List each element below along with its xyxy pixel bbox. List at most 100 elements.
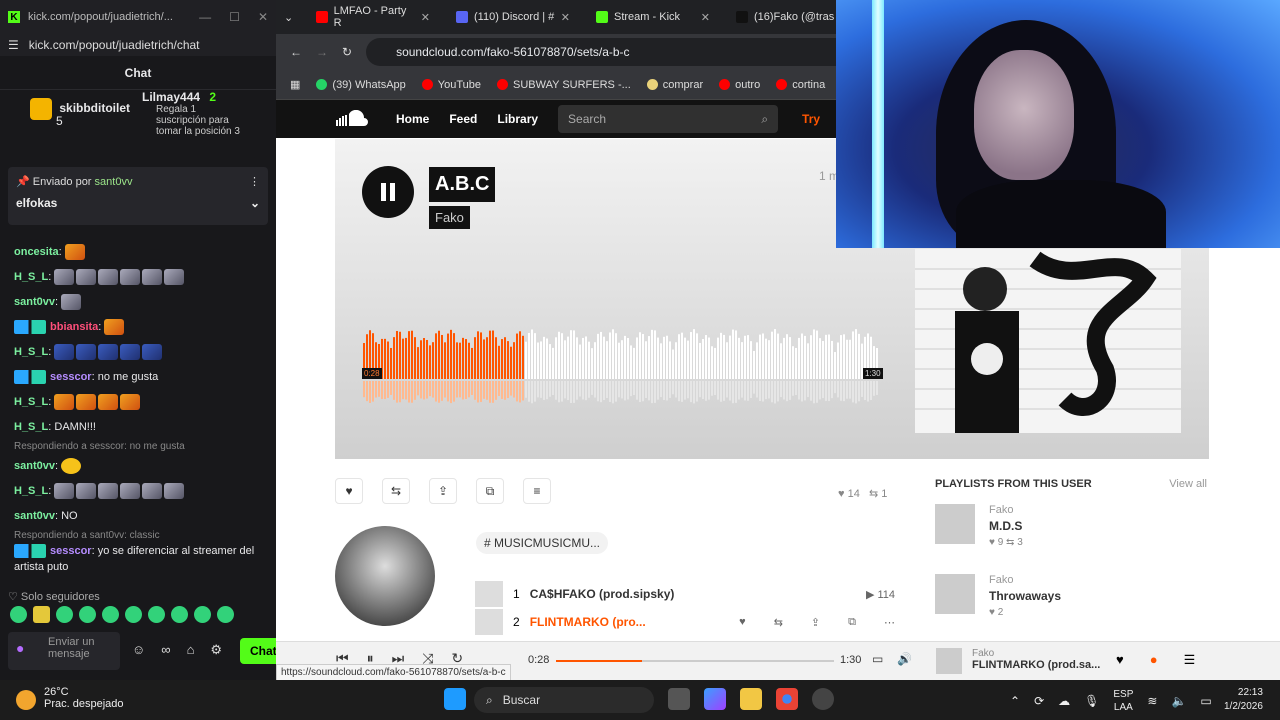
view-all-link[interactable]: View all [1169, 478, 1207, 490]
reload-icon[interactable]: ↻ [342, 45, 352, 59]
chat-username[interactable]: oncesita [14, 246, 59, 258]
chat-username[interactable]: H_S_L [14, 396, 48, 408]
emote-icon[interactable] [56, 606, 73, 623]
chat-username[interactable]: sant0vv [14, 296, 55, 308]
close-icon[interactable]: ✕ [258, 10, 268, 24]
apps-grid-icon[interactable]: ▦ [290, 78, 300, 91]
bookmark[interactable]: SUBWAY SURFERS -... [497, 79, 631, 91]
bookmark[interactable]: outro [719, 79, 760, 91]
more-icon[interactable]: ⋯ [884, 616, 895, 629]
tab-close-icon[interactable]: ✕ [421, 11, 430, 24]
like-button[interactable]: ♥ [335, 478, 363, 504]
emote-icon[interactable] [79, 606, 96, 623]
forward-icon[interactable]: → [316, 45, 328, 59]
copilot-icon[interactable] [704, 688, 726, 710]
chat-username[interactable]: H_S_L [14, 485, 48, 497]
soundcloud-logo-icon[interactable] [336, 109, 376, 128]
track-row[interactable]: 2 FLINTMARKO (pro... ♥ ⇆ ⇪ ⧉ ⋯ [475, 608, 895, 636]
heart-icon[interactable]: ♥ [739, 616, 746, 629]
bookmark[interactable]: cortina [776, 79, 825, 91]
sync-icon[interactable]: ⟳ [1034, 694, 1044, 708]
taskbar-search[interactable]: ⌕ Buscar [474, 687, 654, 713]
artist-avatar[interactable] [335, 526, 435, 626]
cast-icon[interactable]: ▭ [872, 652, 883, 666]
track-title[interactable]: FLINTMARKO (pro... [530, 615, 646, 629]
bookmark[interactable]: (39) WhatsApp [316, 79, 406, 91]
emote-icon[interactable] [171, 606, 188, 623]
browser-tab[interactable]: LMFAO - Party R ✕ [308, 4, 438, 30]
copy-link-button[interactable]: ⧉ [476, 478, 504, 504]
share-icon[interactable]: ⇪ [811, 616, 820, 629]
queue-icon[interactable]: ☰ [1184, 652, 1196, 668]
genre-tag[interactable]: # MUSICMUSICMU... [476, 532, 609, 554]
microphone-icon[interactable]: ● [16, 641, 24, 655]
chat-username[interactable]: sesscor [50, 371, 92, 383]
app-icon[interactable] [812, 688, 834, 710]
clock[interactable]: 22:13 1/2/2026 [1224, 686, 1263, 714]
nav-library[interactable]: Library [497, 112, 538, 126]
gear-icon[interactable]: ⚙ [210, 642, 222, 658]
track-title[interactable]: CA$HFAKO (prod.sipsky) [530, 587, 675, 601]
bookmark[interactable]: comprar [646, 79, 703, 91]
chevron-up-icon[interactable]: ⌃ [1010, 694, 1020, 708]
wifi-icon[interactable]: ≋ [1147, 694, 1157, 708]
chat-username[interactable]: sesscor [50, 545, 92, 557]
chat-username[interactable]: H_S_L [14, 346, 48, 358]
copy-icon[interactable]: ⧉ [848, 616, 856, 629]
emote-icon[interactable] [10, 606, 27, 623]
microphone-icon[interactable]: 🎙 [1084, 694, 1099, 708]
waveform[interactable] [363, 325, 883, 405]
store-icon[interactable]: ⌂ [187, 642, 195, 658]
pinned-user[interactable]: sant0vv [95, 176, 133, 188]
task-view-icon[interactable] [668, 688, 690, 710]
chat-send-button[interactable]: Chat [240, 638, 276, 664]
browser-tab[interactable]: Stream - Kick ✕ [588, 4, 718, 30]
follow-icon[interactable]: ● [1150, 652, 1158, 668]
volume-icon[interactable]: 🔊 [897, 652, 912, 666]
tab-search-icon[interactable]: ⌄ [284, 11, 304, 24]
chat-input[interactable]: ● Enviar un mensaje [8, 632, 120, 670]
language-indicator[interactable]: ESP LAA [1113, 688, 1133, 714]
weather-widget[interactable]: 26°C Prac. despejado [16, 686, 124, 710]
infinity-icon[interactable]: ∞ [161, 642, 170, 658]
like-icon[interactable]: ♥ [1116, 652, 1124, 668]
playlist-item[interactable]: Fako M.D.S ♥ 9 ⇆ 3 [935, 504, 1207, 560]
onedrive-icon[interactable]: ☁ [1058, 694, 1070, 708]
emote-icon[interactable] [194, 606, 211, 623]
track-artist[interactable]: Fako [429, 206, 470, 229]
nav-feed[interactable]: Feed [449, 112, 477, 126]
chat-username[interactable]: H_S_L [14, 421, 48, 433]
chat-url[interactable]: kick.com/popout/juadietrich/chat [29, 38, 200, 52]
search-icon[interactable]: ⌕ [761, 112, 768, 127]
chrome-icon[interactable] [776, 688, 798, 710]
chat-username[interactable]: H_S_L [14, 271, 48, 283]
try-pro-link[interactable]: Try [802, 112, 820, 126]
emote-icon[interactable] [217, 606, 234, 623]
soundcloud-search[interactable]: Search ⌕ [558, 105, 779, 133]
share-button[interactable]: ⇪ [429, 478, 457, 504]
minimize-icon[interactable]: — [199, 10, 211, 24]
volume-icon[interactable]: 🔈 [1171, 694, 1186, 708]
playlist-item[interactable]: Fako Throwaways ♥ 2 [935, 574, 1207, 630]
emote-icon[interactable] [33, 606, 50, 623]
now-playing[interactable]: Fako FLINTMARKO (prod.sa... [936, 648, 1100, 674]
chevron-down-icon[interactable]: ⌄ [250, 196, 260, 210]
emote-icon[interactable] [125, 606, 142, 623]
maximize-icon[interactable]: ☐ [229, 10, 240, 24]
second-gifter[interactable]: Lilmay444 2 [142, 90, 216, 104]
chat-username[interactable]: sant0vv [14, 510, 55, 522]
pause-button[interactable] [362, 166, 414, 218]
back-icon[interactable]: ← [290, 45, 302, 59]
battery-icon[interactable]: ▭ [1200, 694, 1211, 708]
repost-icon[interactable]: ⇆ [774, 616, 783, 629]
tab-close-icon[interactable]: ✕ [701, 11, 710, 24]
bookmark[interactable]: YouTube [421, 79, 481, 91]
progress-bar[interactable] [556, 660, 834, 662]
track-row[interactable]: 1 CA$HFAKO (prod.sipsky) ▶ 114 [475, 580, 895, 608]
add-to-playlist-button[interactable]: ≡ [523, 478, 551, 504]
emote-icon[interactable] [148, 606, 165, 623]
site-settings-icon[interactable]: ☰ [8, 38, 19, 52]
repost-button[interactable]: ⇆ [382, 478, 410, 504]
more-options-icon[interactable]: ⋮ [249, 175, 260, 188]
file-explorer-icon[interactable] [740, 688, 762, 710]
